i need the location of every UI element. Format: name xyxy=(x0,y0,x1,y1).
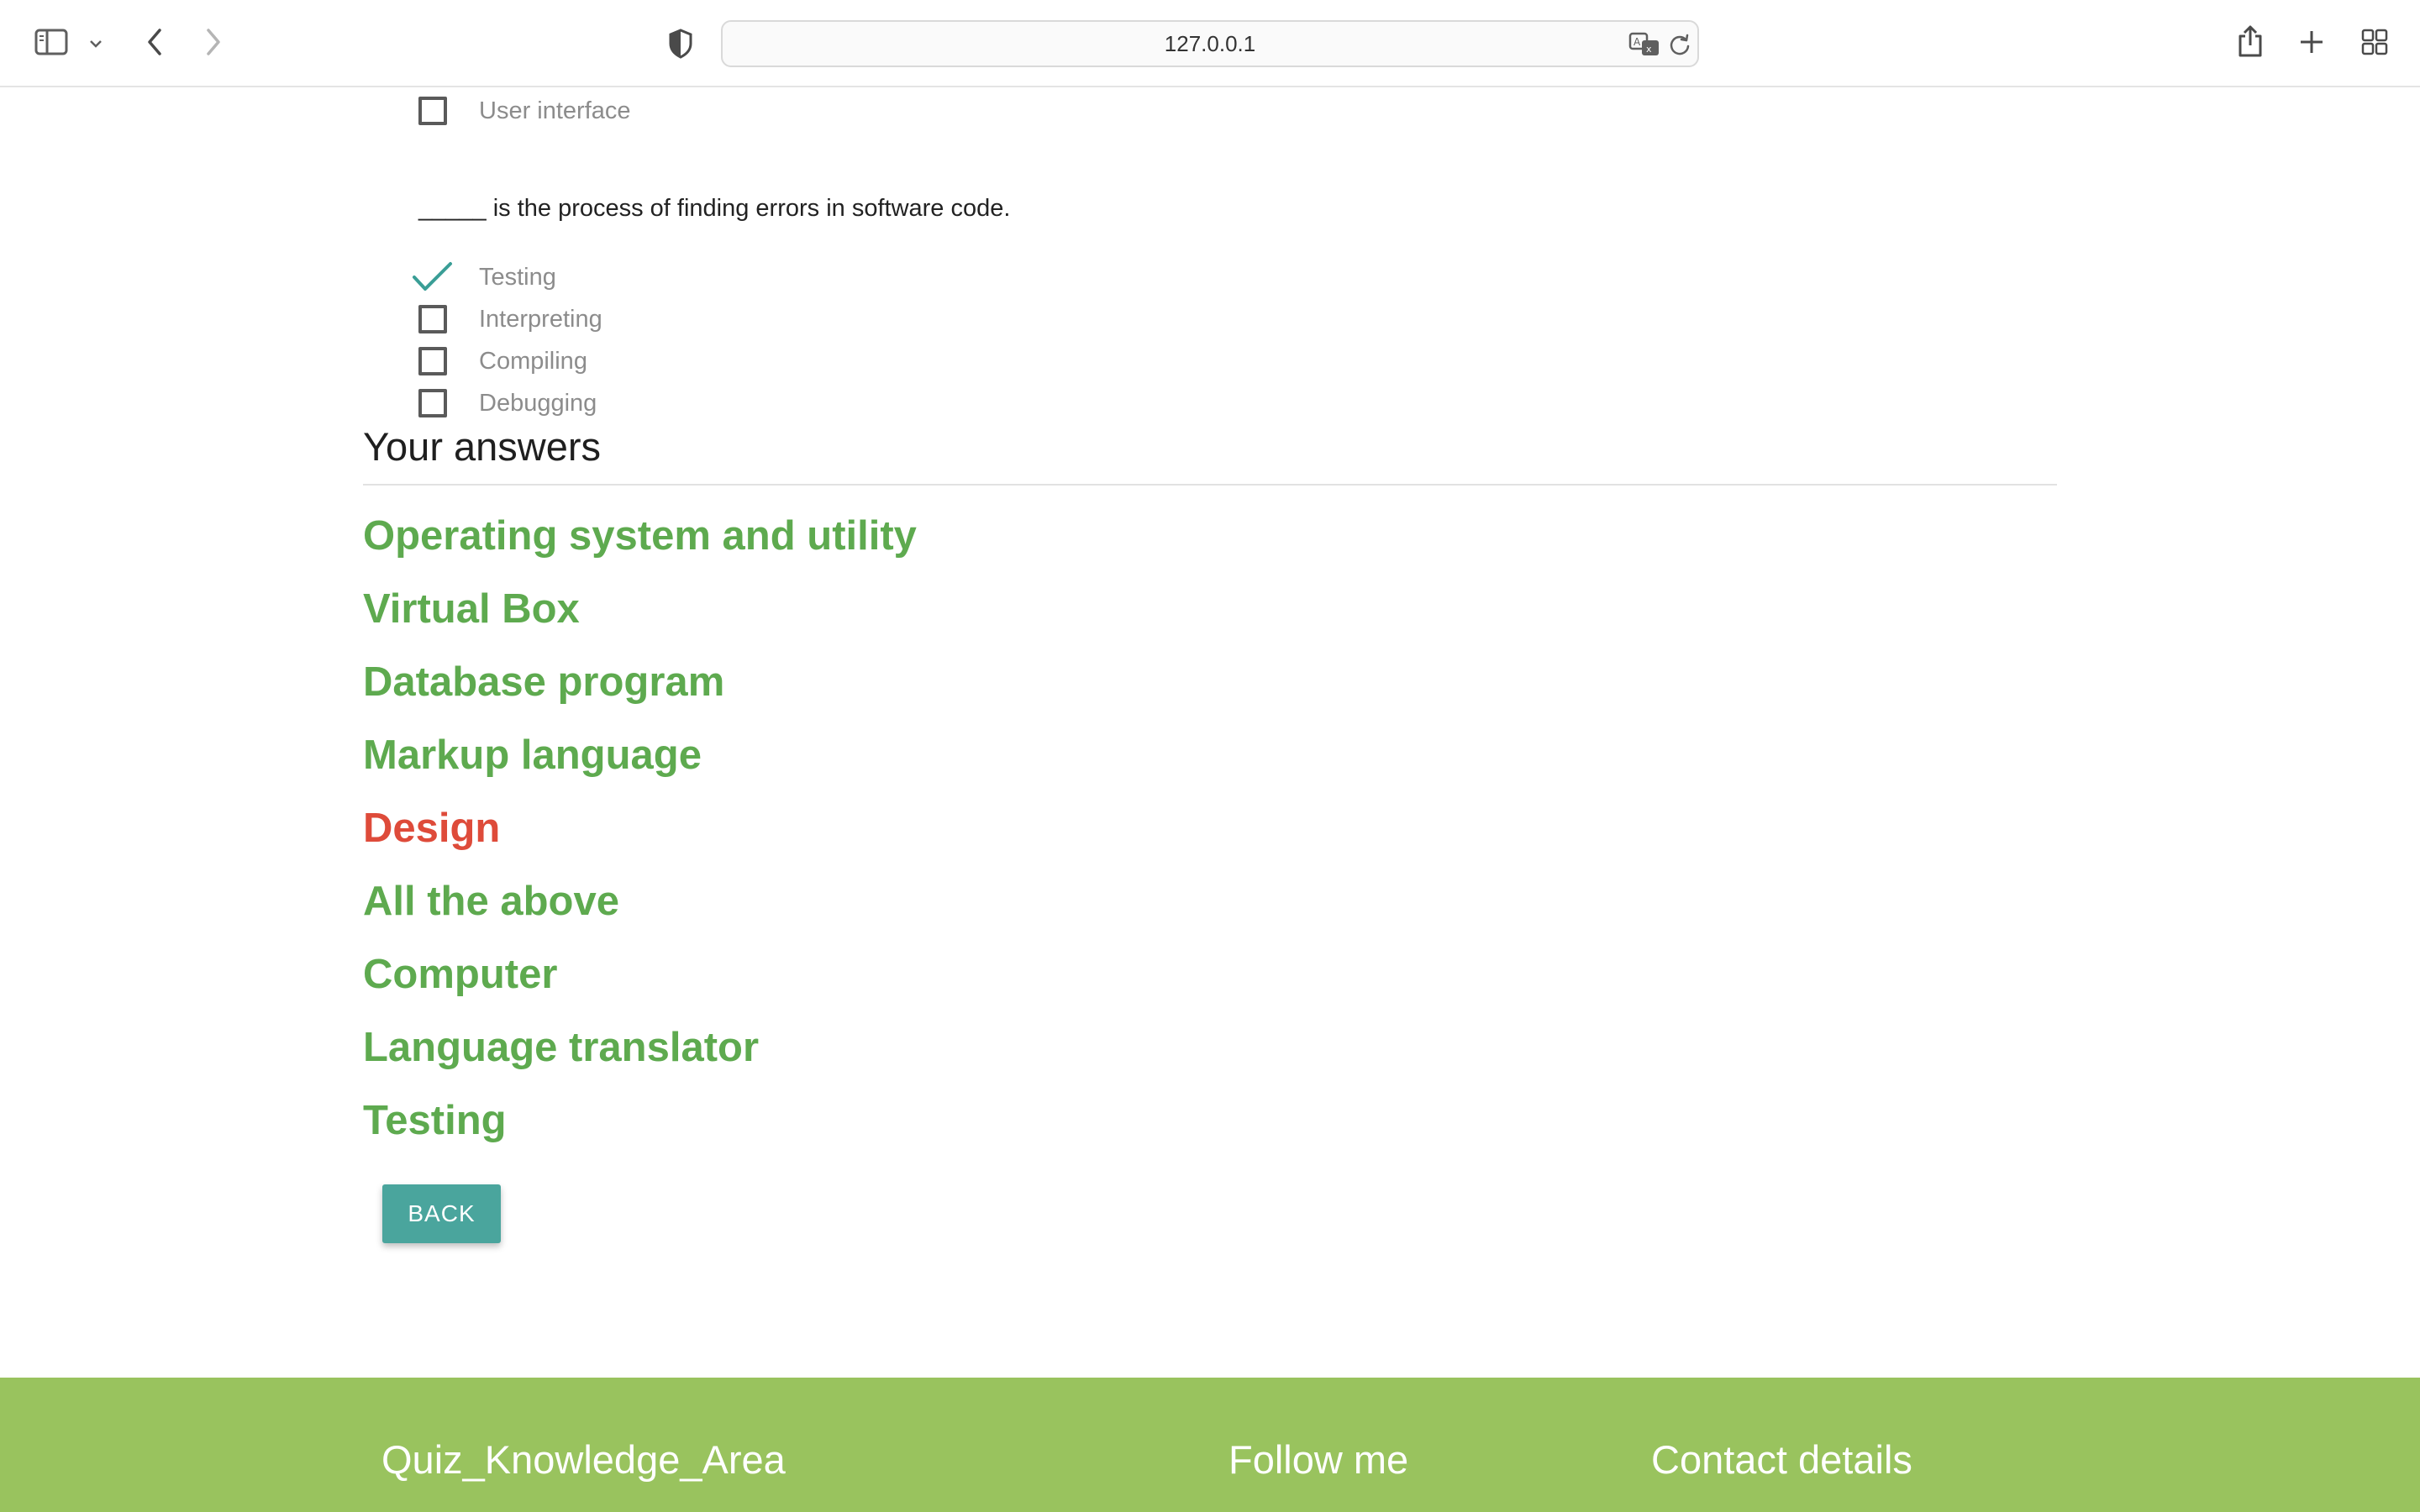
option-row[interactable]: User interface xyxy=(418,92,631,129)
shield-icon[interactable] xyxy=(664,25,697,62)
sidebar-toggle-icon[interactable] xyxy=(32,25,71,59)
checkbox[interactable] xyxy=(418,389,447,417)
browser-toolbar: 127.0.0.1 Ax xyxy=(0,0,2420,87)
answer-item: Database program xyxy=(363,659,725,705)
option-row[interactable]: Interpreting xyxy=(418,301,602,338)
answer-item: Computer xyxy=(363,952,558,997)
option-label: User interface xyxy=(479,97,631,124)
footer-contact-heading: Contact details xyxy=(1651,1437,1912,1482)
forward-arrow-icon[interactable] xyxy=(197,25,230,59)
answer-item: Testing xyxy=(363,1098,507,1143)
footer-brand: Quiz_Knowledge_Area xyxy=(381,1437,786,1482)
option-row[interactable]: Testing xyxy=(413,259,556,296)
answer-item: All the above xyxy=(363,879,619,924)
answer-item: Design xyxy=(363,806,501,851)
question-text: _____ is the process of finding errors i… xyxy=(418,195,1011,222)
translate-icon[interactable]: Ax xyxy=(1627,29,1662,60)
divider xyxy=(363,484,2057,486)
option-label: Interpreting xyxy=(479,305,602,333)
url-text: 127.0.0.1 xyxy=(1164,30,1256,56)
back-arrow-icon[interactable] xyxy=(138,25,171,59)
tab-grid-icon[interactable] xyxy=(2358,25,2391,59)
option-label: Testing xyxy=(479,263,556,291)
share-icon[interactable] xyxy=(2233,22,2267,60)
footer-follow-heading: Follow me xyxy=(1228,1437,1409,1482)
back-button[interactable]: BACK xyxy=(382,1184,501,1243)
option-row[interactable]: Compiling xyxy=(418,343,587,380)
checkbox[interactable] xyxy=(418,305,447,333)
answer-item: Virtual Box xyxy=(363,586,580,632)
answers-heading: Your answers xyxy=(363,424,602,469)
page: 127.0.0.1 Ax User interface _____ is the… xyxy=(0,0,2420,1512)
svg-text:A: A xyxy=(1634,36,1641,48)
checkbox[interactable] xyxy=(418,347,447,375)
answer-item: Language translator xyxy=(363,1025,760,1070)
option-row[interactable]: Debugging xyxy=(418,385,597,422)
option-label: Debugging xyxy=(479,389,597,417)
answer-item: Markup language xyxy=(363,732,702,778)
checkbox[interactable] xyxy=(418,97,447,125)
answer-item: Operating system and utility xyxy=(363,513,917,559)
address-bar[interactable]: 127.0.0.1 Ax xyxy=(721,20,1699,67)
footer: Quiz_Knowledge_Area Follow me Contact de… xyxy=(0,1378,2420,1512)
plus-icon[interactable] xyxy=(2296,25,2328,59)
checkmark-icon[interactable] xyxy=(412,259,454,296)
svg-text:x: x xyxy=(1646,44,1652,55)
option-label: Compiling xyxy=(479,347,587,375)
reload-icon[interactable] xyxy=(1665,30,1694,59)
chevron-down-icon[interactable] xyxy=(84,32,108,55)
